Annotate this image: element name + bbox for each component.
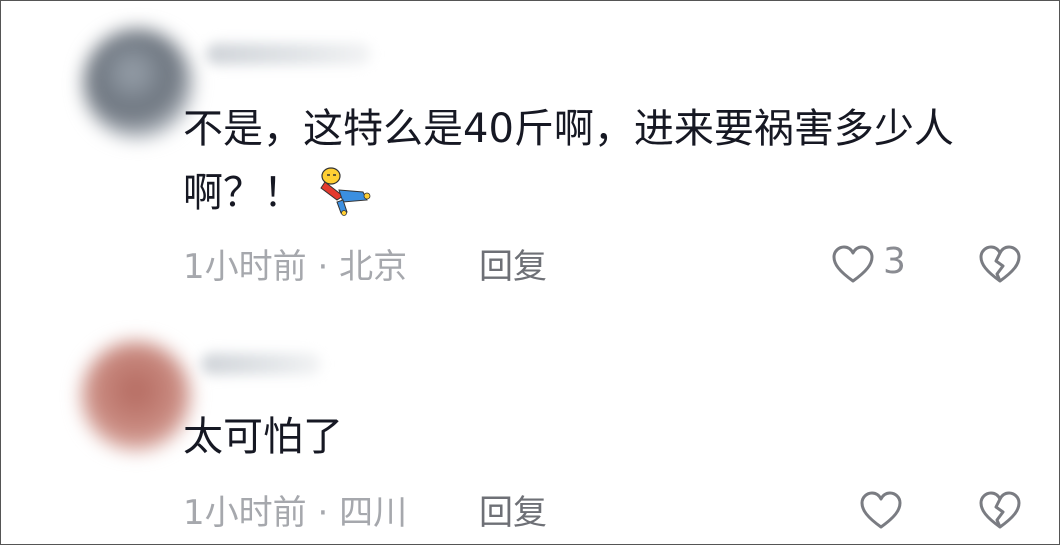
meta-separator: · [317, 247, 329, 287]
comment-meta: 1小时前 · 四川 [183, 485, 407, 534]
lying-doll-sticker [320, 167, 371, 216]
comment-list: 不是，这特么是40斤啊，进来要祸害多少人啊？！ 1小时前 · 北京 回复 3 太… [0, 0, 1060, 545]
heart-outline-icon[interactable] [829, 241, 877, 289]
heart-outline-icon[interactable] [857, 487, 905, 535]
like-count: 3 [883, 241, 906, 282]
comment-time: 1小时前 [183, 247, 307, 287]
comment-location: 北京 [339, 247, 408, 287]
comment-meta: 1小时前 · 北京 [183, 239, 407, 288]
comment-item: 太可怕了 1小时前 · 四川 回复 [1, 321, 1060, 545]
comment-item: 不是，这特么是40斤啊，进来要祸害多少人啊？！ 1小时前 · 北京 回复 3 [1, 1, 1060, 301]
reply-button[interactable]: 回复 [479, 485, 547, 534]
username-blurred[interactable] [206, 43, 371, 65]
meta-separator: · [317, 493, 329, 533]
broken-heart-icon[interactable] [976, 241, 1024, 289]
comment-location: 四川 [339, 493, 408, 533]
broken-heart-icon[interactable] [976, 487, 1024, 535]
reply-button[interactable]: 回复 [479, 239, 547, 288]
comment-text-content: 不是，这特么是40斤啊，进来要祸害多少人啊？！ [183, 106, 954, 216]
comment-time: 1小时前 [183, 493, 307, 533]
username-blurred[interactable] [201, 353, 321, 375]
comment-text: 太可怕了 [183, 414, 343, 460]
comment-text: 不是，这特么是40斤啊，进来要祸害多少人啊？！ [183, 97, 1023, 225]
avatar[interactable] [81, 341, 191, 451]
avatar[interactable] [83, 29, 193, 139]
